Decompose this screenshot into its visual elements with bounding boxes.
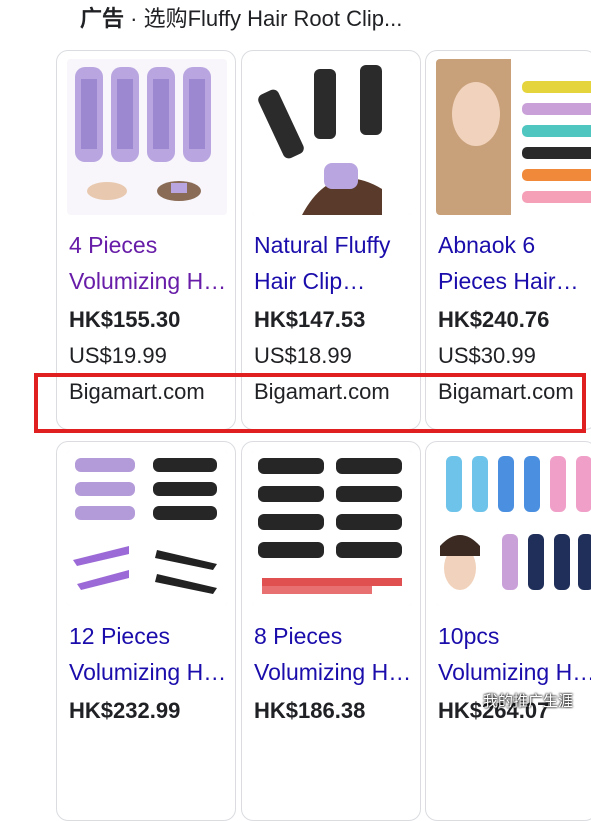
product-price: HK$147.53 [254, 307, 366, 332]
product-card[interactable]: Abnaok 6 Pieces Hair Volume Clips HK$240… [425, 50, 591, 430]
product-original-price: US$18.99 [254, 343, 352, 368]
product-title[interactable]: 4 Pieces Volumizing Hair Root Clip [69, 227, 229, 299]
multicolor-root-clips-icon [436, 450, 591, 606]
product-title[interactable]: Abnaok 6 Pieces Hair Volume Clips [438, 227, 591, 299]
purple-black-clips-set-icon [67, 450, 227, 606]
black-hair-clips-icon [252, 59, 412, 215]
store-name: Bigamart.com [438, 379, 574, 404]
purple-hair-root-clips-icon [67, 59, 227, 215]
product-image[interactable] [252, 450, 412, 606]
ad-header: 广告 · 选购Fluffy Hair Root Clip... [80, 4, 402, 34]
product-card[interactable]: 10pcs Volumizing Hair Clips HK$264.07 [425, 441, 591, 821]
header-separator: · [124, 6, 144, 31]
product-price: HK$186.38 [254, 698, 366, 723]
product-original-price: US$19.99 [69, 343, 167, 368]
product-card[interactable]: 12 Pieces Volumizing Hair Root Clips HK$… [56, 441, 236, 821]
watermark-text: 我的推广生涯 [482, 693, 573, 710]
store-name: Bigamart.com [69, 379, 205, 404]
product-card[interactable]: Natural Fluffy Hair Clip Volumizing HK$1… [241, 50, 421, 430]
product-card[interactable]: 8 Pieces Volumizing Hair Clips HK$186.38 [241, 441, 421, 821]
colorful-hair-clips-icon [436, 59, 591, 215]
product-original-price: US$30.99 [438, 343, 536, 368]
product-card[interactable]: 4 Pieces Volumizing Hair Root Clip HK$15… [56, 50, 236, 430]
product-price: HK$232.99 [69, 698, 181, 723]
product-image[interactable] [436, 59, 591, 215]
product-image[interactable] [67, 450, 227, 606]
black-clips-with-comb-icon [252, 450, 412, 606]
product-image[interactable] [252, 59, 412, 215]
header-title[interactable]: 选购Fluffy Hair Root Clip... [144, 6, 403, 31]
product-title[interactable]: 10pcs Volumizing Hair Clips [438, 618, 591, 690]
product-image[interactable] [67, 59, 227, 215]
product-price: HK$155.30 [69, 307, 181, 332]
product-title[interactable]: 8 Pieces Volumizing Hair Clips [254, 618, 414, 690]
store-name: Bigamart.com [254, 379, 390, 404]
product-title[interactable]: Natural Fluffy Hair Clip Volumizing [254, 227, 414, 299]
ad-label: 广告 [80, 6, 125, 31]
product-title[interactable]: 12 Pieces Volumizing Hair Root Clips [69, 618, 229, 690]
product-image[interactable] [436, 450, 591, 606]
product-price: HK$240.76 [438, 307, 550, 332]
